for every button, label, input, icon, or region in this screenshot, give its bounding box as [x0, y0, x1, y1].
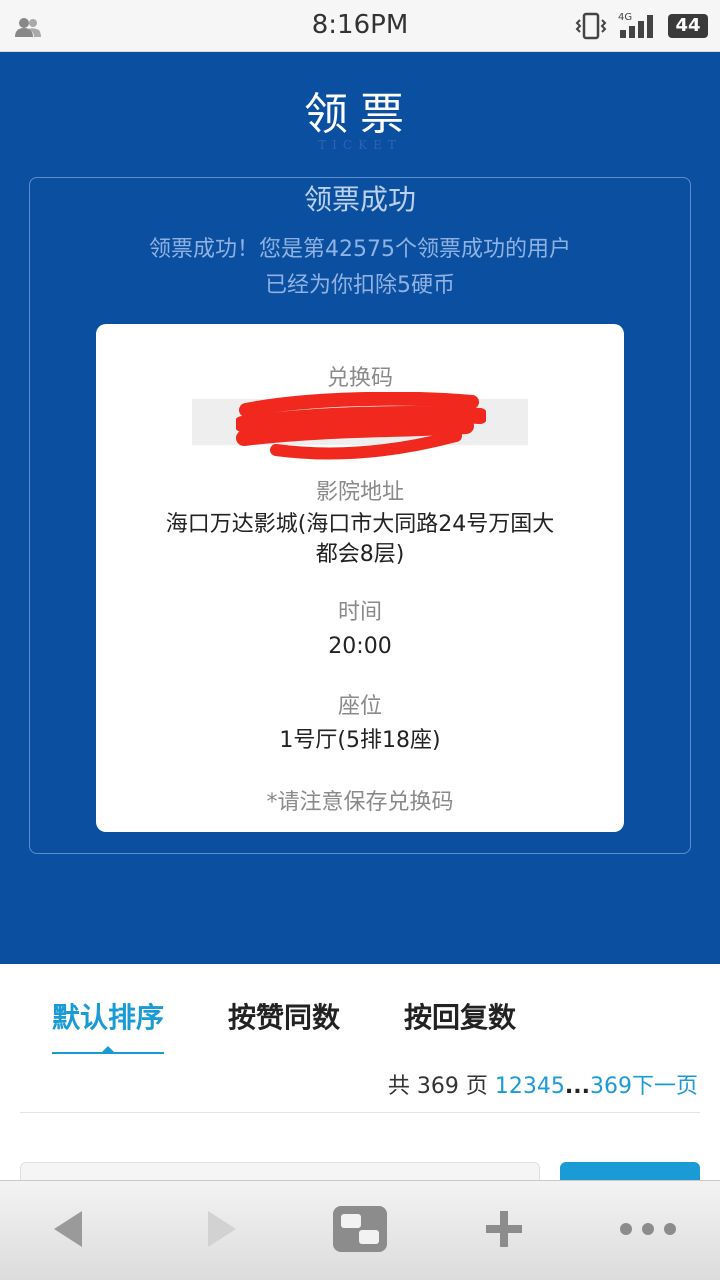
forward-icon[interactable]: [204, 1207, 240, 1251]
tab-default-sort[interactable]: 默认排序: [52, 996, 164, 1036]
seat-value: 1号厅(5排18座): [279, 728, 441, 753]
last-page-link[interactable]: 369: [590, 1074, 632, 1099]
next-page-link[interactable]: 下一页: [632, 1074, 698, 1099]
page-links[interactable]: 12345: [495, 1074, 565, 1099]
signal-icon: [620, 15, 653, 38]
battery-icon: 44: [668, 14, 708, 38]
time-value: 20:00: [328, 634, 392, 659]
page-subtitle: TICKET: [318, 138, 402, 152]
success-message: 领票成功！您是第42575个领票成功的用户 已经为你扣除5硬币: [30, 232, 690, 304]
cinema-address-line1: 海口万达影城(海口市大同路24号万国大: [165, 512, 555, 537]
save-code-note: *请注意保存兑换码: [266, 790, 454, 815]
back-icon[interactable]: [50, 1207, 86, 1251]
pagination: 共 369 页 12345...369下一页: [388, 1068, 698, 1100]
tab-sort-by-likes[interactable]: 按赞同数: [228, 996, 340, 1036]
success-message-line2: 已经为你扣除5硬币: [265, 273, 455, 298]
tab-sort-by-replies[interactable]: 按回复数: [404, 996, 516, 1036]
vibrate-icon: [575, 12, 607, 40]
ticket-panel: 领票 TICKET 领票成功 领票成功！您是第42575个领票成功的用户 已经为…: [0, 52, 720, 964]
sort-tabs: 默认排序 按赞同数 按回复数: [0, 964, 720, 1064]
page-count: 共 369 页: [387, 1074, 495, 1099]
redaction-scribble: [236, 392, 486, 460]
add-icon[interactable]: [484, 1209, 524, 1249]
time-label: 时间: [337, 600, 382, 625]
code-label: 兑换码: [326, 366, 393, 391]
cinema-address: 海口万达影城(海口市大同路24号万国大 都会8层): [96, 510, 624, 570]
status-bar: 8:16PM 4G 44: [0, 0, 720, 52]
cinema-address-line2: 都会8层): [315, 542, 405, 567]
divider: [20, 1112, 700, 1113]
ticket-card: 兑换码 影院地址 海口万达影城(海口市大同路24号万国大 都会8层) 时间 20…: [96, 324, 624, 832]
clock: 8:16PM: [311, 10, 409, 40]
active-tab-underline: [52, 1052, 164, 1054]
more-icon[interactable]: [618, 1221, 678, 1237]
page-ellipsis: ...: [564, 1074, 590, 1099]
success-title: 领票成功: [303, 183, 416, 216]
result-frame: 领票成功 领票成功！您是第42575个领票成功的用户 已经为你扣除5硬币 兑换码…: [29, 177, 691, 854]
cinema-label: 影院地址: [315, 480, 404, 505]
windows-icon[interactable]: [332, 1205, 388, 1253]
browser-toolbar: [0, 1180, 720, 1280]
page-title: 领票: [304, 89, 416, 140]
seat-label: 座位: [337, 694, 382, 719]
success-message-line1: 领票成功！您是第42575个领票成功的用户: [149, 237, 571, 262]
